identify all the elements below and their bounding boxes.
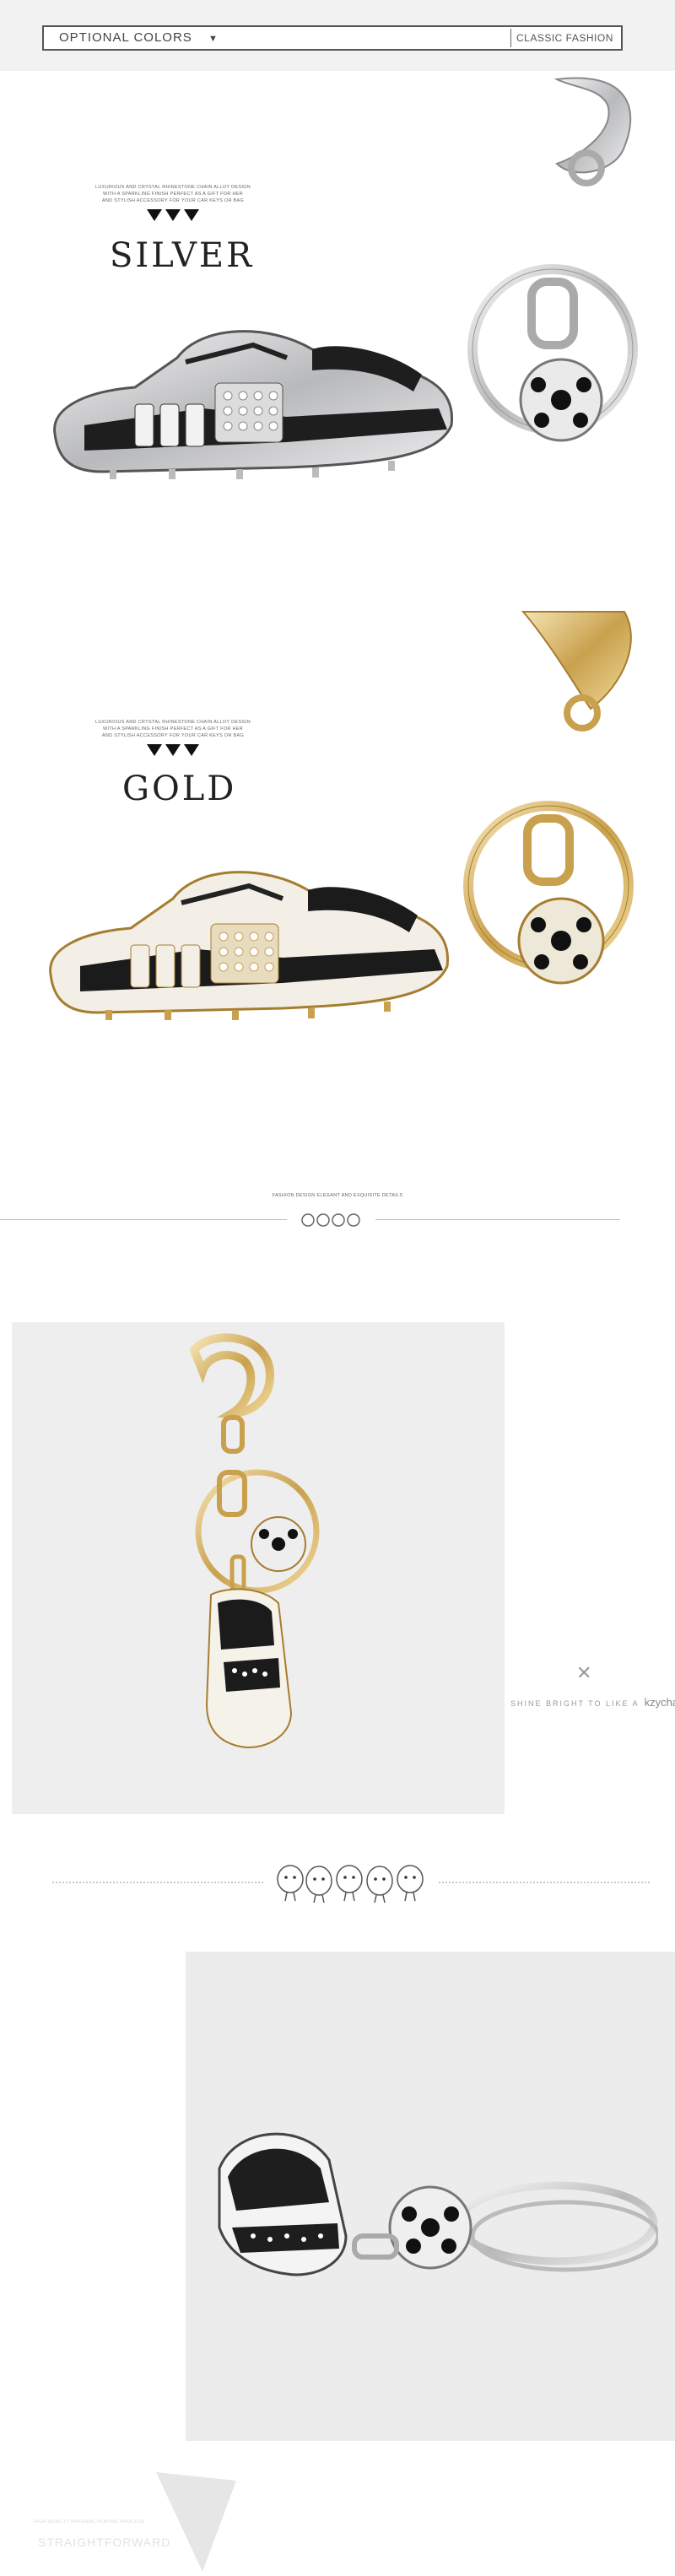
brand-caption: SHINE BRIGHT TO LIKE A kzychain xyxy=(510,1696,675,1709)
optional-colors-label[interactable]: OPTIONAL COLORS ▼ xyxy=(59,30,219,45)
header-divider xyxy=(510,29,511,47)
ornament-circles-icon xyxy=(301,1213,360,1227)
hanging-keychain-image[interactable] xyxy=(160,1333,363,1772)
lying-keychain-image[interactable] xyxy=(202,2109,658,2320)
dotted-line-left xyxy=(52,1882,263,1883)
brand-name: kzychain xyxy=(644,1696,675,1709)
divider-line-left xyxy=(0,1219,287,1220)
divider-line-right xyxy=(375,1219,620,1220)
close-icon[interactable]: ✕ xyxy=(576,1662,591,1684)
divider-fine-print: FASHION DESIGN ELEGANT AND EXQUISITE DET… xyxy=(272,1193,403,1198)
cartoon-figures-icon xyxy=(277,1865,424,1904)
caption-prefix: SHINE BRIGHT TO LIKE A xyxy=(510,1699,640,1708)
caret-down-icon: ▼ xyxy=(208,34,219,44)
silver-product-image[interactable] xyxy=(34,71,641,543)
dotted-line-right xyxy=(439,1882,650,1883)
classic-fashion-label: CLASSIC FASHION xyxy=(516,32,613,44)
footer-ghost-text: STRAIGHTFORWARD xyxy=(38,2535,171,2549)
footer-fine-print: HIGH QUALITY MATERIAL PLATING PROCESS xyxy=(34,2519,145,2525)
gold-product-image[interactable] xyxy=(34,608,641,1080)
